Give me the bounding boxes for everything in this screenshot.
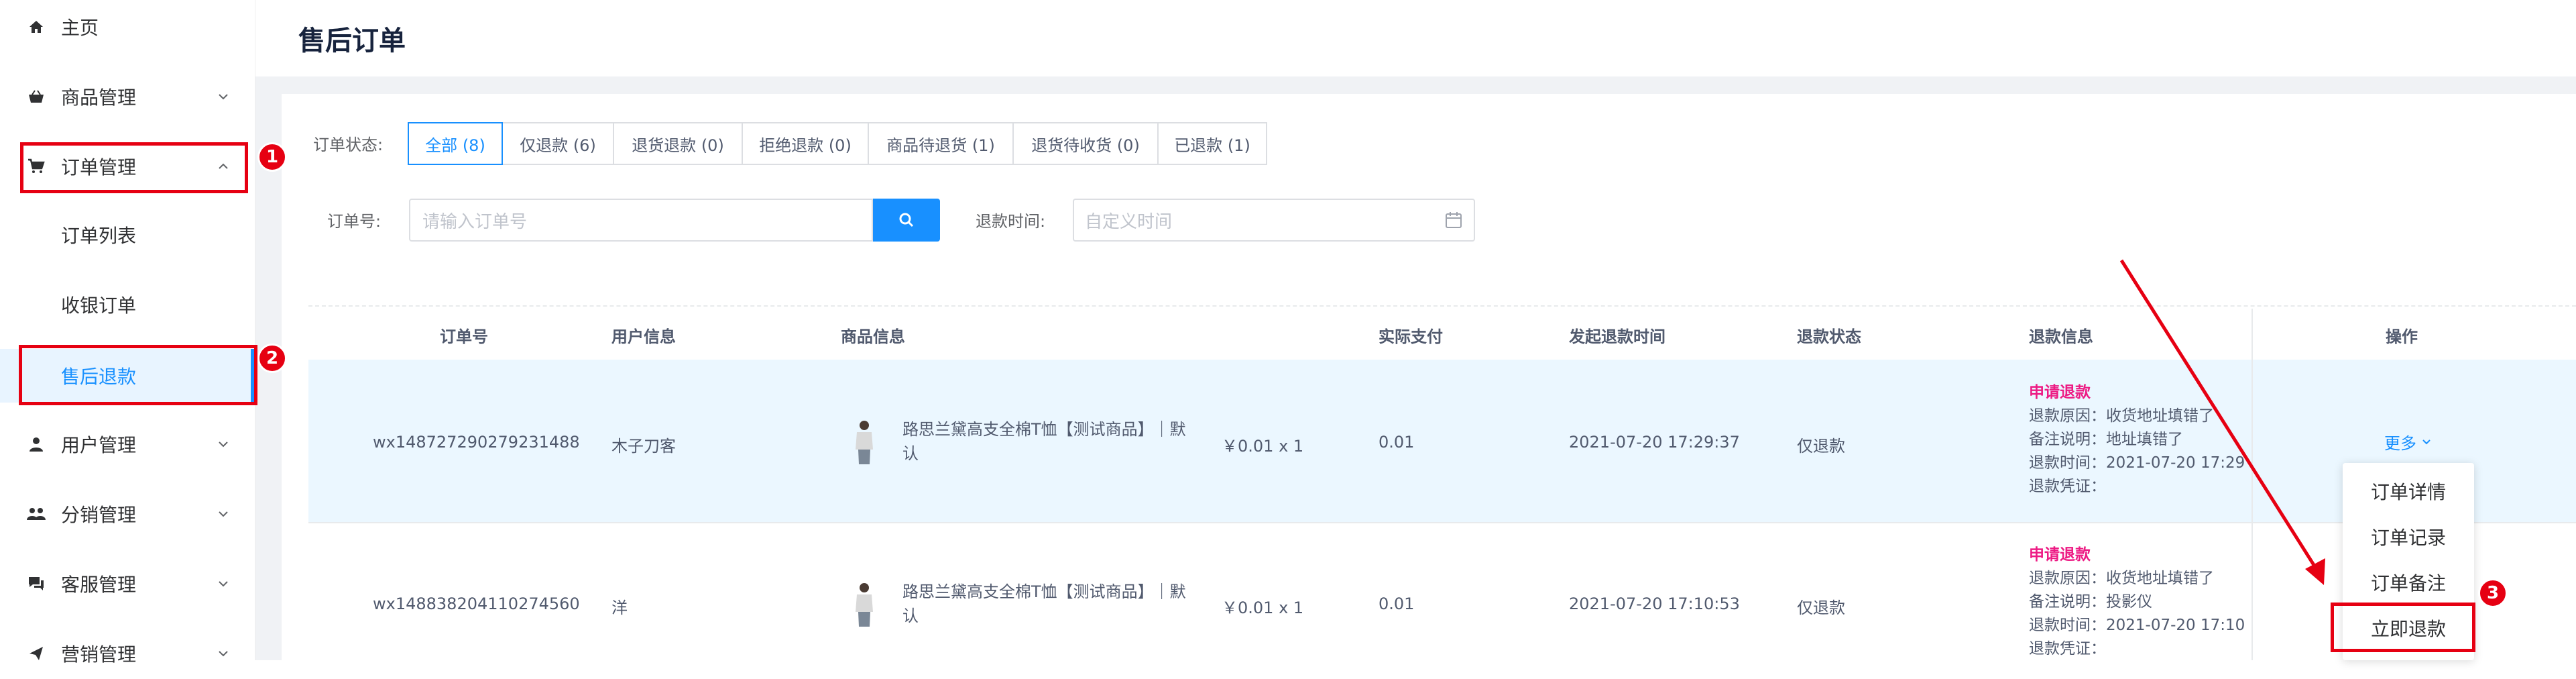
column-header-refund-time: 发起退款时间 xyxy=(1569,327,1665,346)
sidebar-item-home[interactable]: 主页 xyxy=(0,1,255,52)
chevron-down-icon xyxy=(216,576,231,591)
page-header: 售后订单 xyxy=(255,0,2576,76)
refund-status: 仅退款 xyxy=(1797,598,1845,617)
more-actions-button[interactable]: 更多 xyxy=(2384,430,2433,454)
sidebar-item-label: 订单列表 xyxy=(61,225,137,247)
order-number: wx148838204110274560 xyxy=(373,594,580,613)
search-button[interactable] xyxy=(873,199,940,242)
date-placeholder: 自定义时间 xyxy=(1085,211,1173,232)
column-header-paid: 实际支付 xyxy=(1379,327,1443,346)
calendar-icon xyxy=(1444,211,1463,229)
tab-awaiting-return[interactable]: 商品待退货 (1) xyxy=(868,122,1014,165)
refund-time-picker[interactable]: 自定义时间 xyxy=(1073,199,1475,242)
chevron-down-icon xyxy=(216,89,231,104)
chat-icon xyxy=(27,574,46,593)
column-header-user: 用户信息 xyxy=(611,327,676,346)
sidebar-item-label: 收银订单 xyxy=(61,295,137,317)
home-icon xyxy=(27,17,46,36)
column-header-actions: 操作 xyxy=(2386,327,2418,346)
tab-all[interactable]: 全部 (8) xyxy=(408,122,503,165)
sidebar-item-cashier-orders[interactable]: 收银订单 xyxy=(0,279,255,330)
product-name: 路思兰黛高支全棉T恤【测试商品】｜默 xyxy=(902,420,1186,439)
product-spec: 认 xyxy=(902,607,919,625)
user-icon xyxy=(27,435,46,454)
sidebar-item-customer-service[interactable]: 客服管理 xyxy=(0,558,255,609)
sidebar-item-marketing[interactable]: 营销管理 xyxy=(0,628,255,679)
menu-item-order-remark[interactable]: 订单备注 xyxy=(2343,569,2474,596)
sidebar-item-label: 主页 xyxy=(61,17,99,39)
refund-proof: 退款凭证： xyxy=(2029,640,2106,658)
tab-refunded[interactable]: 已退款 (1) xyxy=(1157,122,1267,165)
price-quantity: ￥0.01 x 1 xyxy=(1222,437,1304,456)
annotation-arrow xyxy=(2119,259,2325,585)
users-icon xyxy=(27,505,46,523)
column-header-order-no: 订单号 xyxy=(440,327,488,346)
sidebar-item-distribution[interactable]: 分销管理 xyxy=(0,488,255,539)
chevron-down-icon xyxy=(216,437,231,452)
product-info: 路思兰黛高支全棉T恤【测试商品】｜默 认 xyxy=(902,417,1218,466)
sidebar-item-order-list[interactable]: 订单列表 xyxy=(0,209,255,260)
annotation-box-refund xyxy=(19,345,257,405)
user-name: 洋 xyxy=(611,598,628,617)
column-header-goods: 商品信息 xyxy=(841,327,905,346)
actual-paid: 0.01 xyxy=(1379,594,1415,613)
chevron-down-icon xyxy=(216,646,231,661)
tab-refund-rejected[interactable]: 拒绝退款 (0) xyxy=(742,122,869,165)
column-header-refund-info: 退款信息 xyxy=(2029,327,2093,346)
sidebar-item-label: 商品管理 xyxy=(61,87,137,109)
user-name: 木子刀客 xyxy=(611,437,676,456)
refund-request-time: 2021-07-20 17:29:37 xyxy=(1569,433,1740,452)
annotation-badge-2: 2 xyxy=(257,344,287,373)
menu-item-order-log[interactable]: 订单记录 xyxy=(2343,523,2474,550)
order-number-input[interactable]: 请输入订单号 xyxy=(409,199,873,242)
sidebar-item-goods[interactable]: 商品管理 xyxy=(0,71,255,122)
tab-refund-only[interactable]: 仅退款 (6) xyxy=(502,122,614,165)
product-info: 路思兰黛高支全棉T恤【测试商品】｜默 认 xyxy=(902,580,1218,628)
annotation-badge-1: 1 xyxy=(257,142,287,172)
chevron-down-icon xyxy=(2420,436,2433,448)
tab-return-refund[interactable]: 退货退款 (0) xyxy=(613,122,743,165)
sidebar-item-label: 客服管理 xyxy=(61,574,137,596)
sidebar-item-label: 营销管理 xyxy=(61,643,137,666)
product-spec: 认 xyxy=(902,444,919,463)
price-quantity: ￥0.01 x 1 xyxy=(1222,598,1304,617)
more-label: 更多 xyxy=(2384,434,2416,453)
order-status-label: 订单状态: xyxy=(313,136,384,154)
sidebar-item-label: 用户管理 xyxy=(61,434,137,456)
annotation-badge-3: 3 xyxy=(2478,578,2508,608)
actual-paid: 0.01 xyxy=(1379,433,1415,452)
sidebar-item-label: 分销管理 xyxy=(61,504,137,526)
basket-icon xyxy=(27,87,46,106)
menu-item-order-details[interactable]: 订单详情 xyxy=(2343,478,2474,505)
product-thumbnail xyxy=(847,419,881,466)
refund-status: 仅退款 xyxy=(1797,437,1845,456)
chevron-down-icon xyxy=(216,507,231,521)
page-title: 售后订单 xyxy=(298,25,406,56)
column-header-refund-status: 退款状态 xyxy=(1797,327,1861,346)
product-name: 路思兰黛高支全棉T恤【测试商品】｜默 xyxy=(902,582,1186,601)
annotation-box-refund-now xyxy=(2331,603,2475,652)
tab-awaiting-receipt[interactable]: 退货待收货 (0) xyxy=(1012,122,1159,165)
refund-request-time: 2021-07-20 17:10:53 xyxy=(1569,594,1740,613)
status-tabs: 全部 (8) 仅退款 (6) 退货退款 (0) 拒绝退款 (0) 商品待退货 (… xyxy=(408,122,1267,165)
search-icon xyxy=(898,211,915,229)
order-number-label: 订单号: xyxy=(327,212,382,231)
refund-time: 退款时间：2021-07-20 17:10 xyxy=(2029,617,2245,634)
annotation-box-orders xyxy=(20,142,248,193)
sidebar-item-users[interactable]: 用户管理 xyxy=(0,419,255,470)
refund-time-label: 退款时间: xyxy=(976,212,1046,231)
sidebar: 主页 商品管理 订单管理 订单列表 收银订单 售后退款 用户管理 分销管理 客服… xyxy=(0,0,255,666)
product-thumbnail xyxy=(847,581,881,628)
order-number: wx148727290279231488 xyxy=(373,433,580,452)
